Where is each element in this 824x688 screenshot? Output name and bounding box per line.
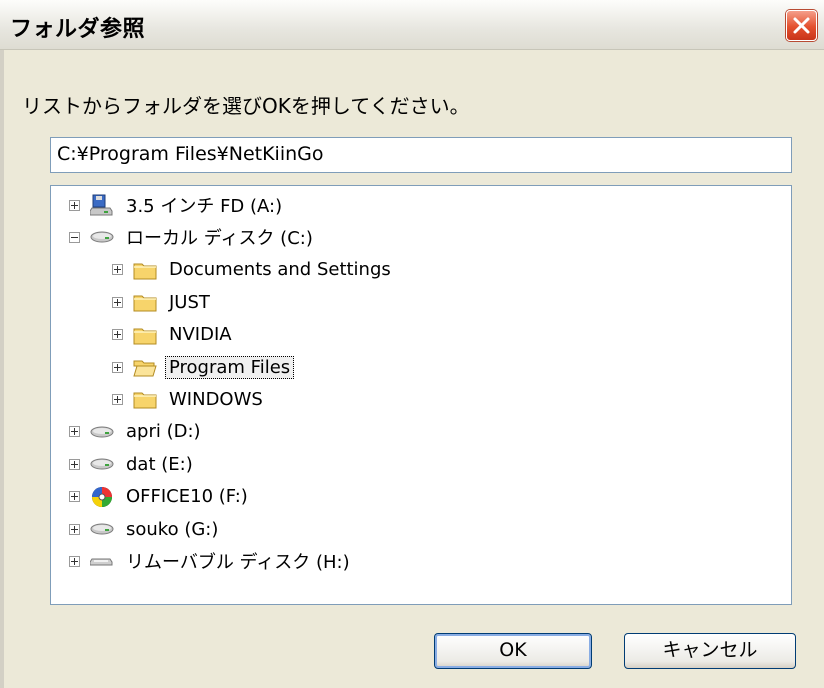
- tree-node-label: WINDOWS: [169, 388, 263, 410]
- cancel-button[interactable]: キャンセル: [624, 633, 796, 669]
- removable-disk-icon: [90, 550, 114, 572]
- folder-tree[interactable]: 3.5 インチ FD (A:) ローカル ディスク (C:) Documents a…: [50, 185, 792, 605]
- hard-disk-icon: [90, 453, 114, 475]
- close-icon: [793, 17, 810, 34]
- expand-icon[interactable]: [112, 264, 123, 276]
- tree-node-label: dat (E:): [126, 453, 193, 475]
- tree-node-label: 3.5 インチ FD (A:): [126, 196, 283, 217]
- folder-path-field[interactable]: C:¥Program Files¥NetKiinGo: [50, 137, 792, 173]
- hard-disk-icon: [90, 421, 114, 443]
- tree-node[interactable]: OFFICE10 (F:): [69, 482, 252, 512]
- browse-folder-dialog: フォルダ参照 リストからフォルダを選びOKを押してください。 C:¥Progra…: [0, 0, 824, 688]
- floppy-drive-icon: [90, 194, 114, 216]
- folder-icon: [133, 324, 157, 346]
- tree-node-label: OFFICE10 (F:): [126, 486, 248, 508]
- tree-node[interactable]: dat (E:): [69, 449, 197, 479]
- tree-node-label: リムーバブル ディスク (H:): [126, 552, 350, 574]
- tree-node[interactable]: リムーバブル ディスク (H:): [69, 546, 354, 576]
- expand-icon[interactable]: [69, 555, 80, 567]
- folder-icon: [133, 291, 157, 313]
- expand-icon[interactable]: [69, 199, 80, 211]
- expand-icon[interactable]: [112, 361, 123, 373]
- expand-icon[interactable]: [69, 523, 80, 535]
- tree-node-label: Program Files: [165, 355, 295, 379]
- cd-drive-icon: [90, 486, 114, 508]
- window-frame: [0, 50, 4, 688]
- expand-icon[interactable]: [112, 296, 123, 308]
- tree-node[interactable]: Documents and Settings: [112, 255, 395, 285]
- tree-node[interactable]: souko (G:): [69, 514, 222, 544]
- tree-node-label: souko (G:): [126, 518, 219, 540]
- open-folder-icon: [133, 356, 157, 378]
- expand-icon[interactable]: [112, 393, 123, 405]
- title-bar[interactable]: フォルダ参照: [0, 0, 824, 50]
- tree-node-label: NVIDIA: [169, 324, 232, 346]
- expand-icon[interactable]: [69, 426, 80, 438]
- hard-disk-icon: [90, 226, 114, 248]
- tree-node[interactable]: JUST: [112, 287, 214, 317]
- tree-node[interactable]: WINDOWS: [112, 384, 267, 414]
- tree-node[interactable]: 3.5 インチ FD (A:): [69, 190, 286, 220]
- tree-node-label: JUST: [169, 291, 210, 313]
- hard-disk-icon: [90, 518, 114, 540]
- tree-node[interactable]: NVIDIA: [112, 320, 236, 350]
- dialog-title: フォルダ参照: [10, 17, 146, 42]
- tree-node[interactable]: ローカル ディスク (C:): [69, 222, 317, 252]
- tree-node[interactable]: apri (D:): [69, 417, 205, 447]
- expand-icon[interactable]: [69, 491, 80, 503]
- folder-icon: [133, 259, 157, 281]
- collapse-icon[interactable]: [69, 231, 80, 243]
- tree-node-label: ローカル ディスク (C:): [126, 228, 313, 250]
- close-button[interactable]: [786, 10, 817, 41]
- instruction-text: リストからフォルダを選びOKを押してください。: [22, 94, 470, 118]
- tree-node[interactable]: Program Files: [112, 352, 295, 382]
- tree-node-label: apri (D:): [126, 421, 201, 443]
- expand-icon[interactable]: [112, 329, 123, 341]
- expand-icon[interactable]: [69, 458, 80, 470]
- ok-button[interactable]: OK: [434, 633, 592, 669]
- folder-icon: [133, 388, 157, 410]
- tree-node-label: Documents and Settings: [169, 259, 391, 281]
